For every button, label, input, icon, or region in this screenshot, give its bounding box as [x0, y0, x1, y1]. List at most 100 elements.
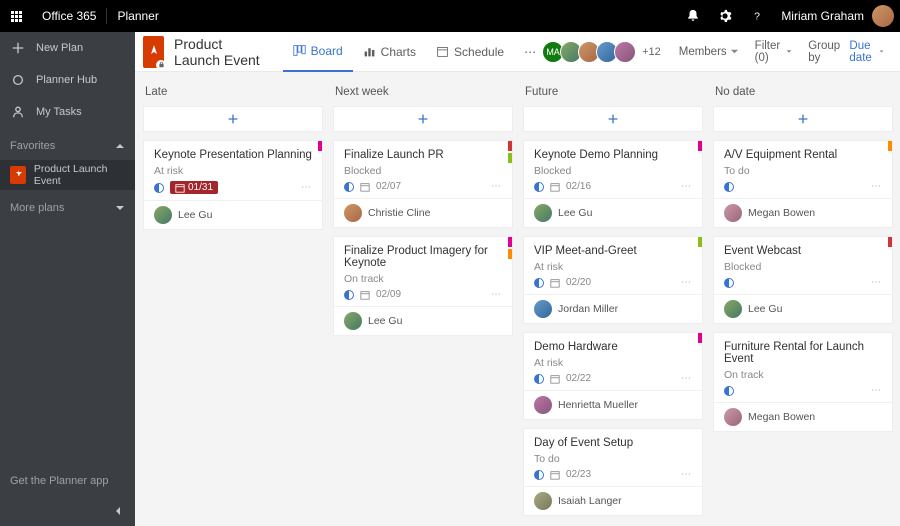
- tab-board[interactable]: Board: [283, 32, 353, 72]
- card-more-button[interactable]: ⋯: [681, 181, 692, 192]
- card-more-button[interactable]: ⋯: [301, 182, 312, 193]
- help-button[interactable]: ?: [741, 0, 773, 32]
- task-card[interactable]: Keynote Demo PlanningBlocked02/16⋯Lee Gu: [523, 140, 703, 228]
- members-dropdown[interactable]: Members: [671, 46, 747, 58]
- card-assignee[interactable]: Lee Gu: [714, 294, 892, 323]
- card-assignee[interactable]: Lee Gu: [524, 198, 702, 227]
- card-status: At risk: [534, 261, 692, 273]
- planner-hub-link[interactable]: Planner Hub: [0, 64, 135, 96]
- calendar-icon: [436, 45, 449, 58]
- collapse-sidebar-button[interactable]: [0, 496, 135, 526]
- card-assignee[interactable]: Lee Gu: [334, 306, 512, 335]
- category-tag: [698, 141, 702, 151]
- card-more-button[interactable]: ⋯: [681, 469, 692, 480]
- filter-dropdown[interactable]: Filter (0): [747, 40, 801, 64]
- assignee-avatar: [724, 204, 742, 222]
- tab-schedule[interactable]: Schedule: [426, 32, 514, 72]
- chevron-up-icon: [115, 141, 125, 151]
- category-tag: [508, 237, 512, 247]
- add-task-button[interactable]: [143, 106, 323, 132]
- favorites-section[interactable]: Favorites: [0, 132, 135, 160]
- progress-icon: [724, 182, 734, 192]
- category-tag: [508, 153, 512, 163]
- chevron-down-icon: [879, 47, 884, 56]
- brand-app[interactable]: Planner: [107, 9, 168, 23]
- card-more-button[interactable]: ⋯: [871, 181, 882, 192]
- current-user-avatar[interactable]: [872, 5, 894, 27]
- settings-button[interactable]: [709, 0, 741, 32]
- tab-charts[interactable]: Charts: [353, 32, 426, 72]
- column-title[interactable]: Next week: [333, 80, 513, 106]
- progress-icon: [344, 290, 354, 300]
- left-sidebar: New Plan Planner Hub My Tasks Favorites …: [0, 32, 135, 526]
- calendar-icon: [550, 374, 560, 384]
- card-assignee[interactable]: Henrietta Mueller: [524, 390, 702, 419]
- task-card[interactable]: A/V Equipment RentalTo do⋯Megan Bowen: [713, 140, 893, 228]
- card-more-button[interactable]: ⋯: [491, 181, 502, 192]
- rocket-icon: [146, 44, 162, 60]
- calendar-icon: [360, 290, 370, 300]
- add-task-button[interactable]: [333, 106, 513, 132]
- groupby-value: Due date: [849, 40, 875, 64]
- card-status: On track: [344, 273, 502, 285]
- calendar-icon: [550, 182, 560, 192]
- new-plan-button[interactable]: New Plan: [0, 32, 135, 64]
- card-title: Keynote Presentation Planning: [154, 149, 312, 161]
- card-assignee[interactable]: Christie Cline: [334, 198, 512, 227]
- more-plans-section[interactable]: More plans: [0, 194, 135, 222]
- card-more-button[interactable]: ⋯: [491, 289, 502, 300]
- column-title[interactable]: Late: [143, 80, 323, 106]
- groupby-dropdown[interactable]: Group by Due date: [800, 40, 892, 64]
- chevron-down-icon: [115, 203, 125, 213]
- card-tags: [698, 141, 702, 151]
- column-title[interactable]: No date: [713, 80, 893, 106]
- card-status: Blocked: [534, 165, 692, 177]
- app-launcher-button[interactable]: [0, 0, 32, 32]
- favorite-plan-link[interactable]: Product Launch Event: [0, 160, 135, 190]
- notifications-button[interactable]: [677, 0, 709, 32]
- members-label: Members: [679, 46, 727, 58]
- task-card[interactable]: VIP Meet-and-GreetAt risk02/20⋯Jordan Mi…: [523, 236, 703, 324]
- plan-icon[interactable]: [143, 36, 164, 68]
- current-user-name[interactable]: Miriam Graham: [773, 9, 872, 23]
- task-card[interactable]: Day of Event SetupTo do02/23⋯Isaiah Lang…: [523, 428, 703, 516]
- my-tasks-link[interactable]: My Tasks: [0, 96, 135, 128]
- plan-icon-small: [10, 166, 26, 184]
- brand-office365[interactable]: Office 365: [32, 9, 106, 23]
- assignee-name: Lee Gu: [748, 303, 782, 315]
- card-assignee[interactable]: Lee Gu: [144, 200, 322, 229]
- card-assignee[interactable]: Megan Bowen: [714, 198, 892, 227]
- favorites-label: Favorites: [10, 140, 55, 152]
- card-title: Furniture Rental for Launch Event: [724, 341, 882, 365]
- tab-schedule-label: Schedule: [454, 45, 504, 59]
- plus-icon: [606, 112, 620, 126]
- task-card[interactable]: Demo HardwareAt risk02/22⋯Henrietta Muel…: [523, 332, 703, 420]
- member-facepile[interactable]: MA: [546, 41, 636, 63]
- get-app-link[interactable]: Get the Planner app: [0, 466, 135, 496]
- card-assignee[interactable]: Jordan Miller: [524, 294, 702, 323]
- task-card[interactable]: Finalize Launch PRBlocked02/07⋯Christie …: [333, 140, 513, 228]
- global-topbar: Office 365 Planner ? Miriam Graham: [0, 0, 900, 32]
- add-task-button[interactable]: [713, 106, 893, 132]
- card-tags: [698, 333, 702, 343]
- card-more-button[interactable]: ⋯: [871, 277, 882, 288]
- card-assignee[interactable]: Isaiah Langer: [524, 486, 702, 515]
- task-card[interactable]: Furniture Rental for Launch EventOn trac…: [713, 332, 893, 432]
- progress-icon: [724, 278, 734, 288]
- card-assignee[interactable]: Megan Bowen: [714, 402, 892, 431]
- card-more-button[interactable]: ⋯: [681, 277, 692, 288]
- task-card[interactable]: Event WebcastBlocked⋯Lee Gu: [713, 236, 893, 324]
- assignee-avatar: [344, 312, 362, 330]
- task-card[interactable]: Keynote Presentation PlanningAt risk01/3…: [143, 140, 323, 230]
- task-card[interactable]: Finalize Product Imagery for KeynoteOn t…: [333, 236, 513, 336]
- card-more-button[interactable]: ⋯: [681, 373, 692, 384]
- board-column: No dateA/V Equipment RentalTo do⋯Megan B…: [713, 80, 893, 440]
- plan-title[interactable]: Product Launch Event: [174, 36, 265, 68]
- member-overflow-count[interactable]: +12: [642, 46, 661, 58]
- circle-icon: [10, 72, 26, 88]
- chevron-down-icon: [730, 47, 739, 56]
- column-title[interactable]: Future: [523, 80, 703, 106]
- add-task-button[interactable]: [523, 106, 703, 132]
- card-more-button[interactable]: ⋯: [871, 385, 882, 396]
- assignee-name: Isaiah Langer: [558, 495, 622, 507]
